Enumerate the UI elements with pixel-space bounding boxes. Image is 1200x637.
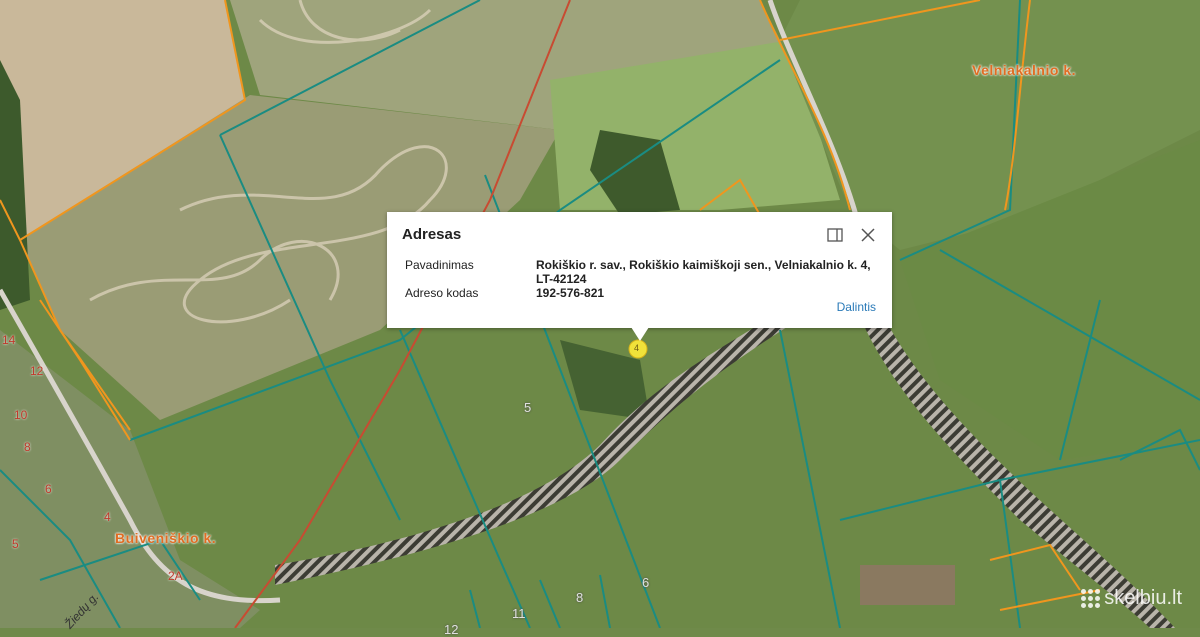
- share-link[interactable]: Dalintis: [837, 300, 876, 314]
- parcel-number: 12: [30, 364, 44, 378]
- parcel-number: 6: [642, 575, 650, 590]
- maximize-icon[interactable]: [826, 226, 844, 244]
- parcel-number: 2A: [168, 569, 183, 583]
- village-label-buiveniskis: Buiveniškio k.: [115, 530, 217, 546]
- parcel-number: 14: [2, 333, 16, 347]
- parcel-number: 5: [524, 400, 532, 415]
- parcel-number: 10: [14, 408, 28, 422]
- address-marker-number[interactable]: 4: [634, 343, 639, 353]
- name-label: Pavadinimas: [405, 258, 474, 272]
- parcel-number: 8: [576, 590, 584, 605]
- address-code-label: Adreso kodas: [405, 286, 479, 300]
- close-icon[interactable]: [859, 226, 877, 244]
- parcel-number: 12: [444, 622, 459, 637]
- watermark: skelbiu.lt: [1081, 587, 1182, 610]
- parcel-number: 11: [512, 606, 526, 621]
- watermark-logo-icon: [1081, 589, 1101, 608]
- garden-plot: [860, 565, 955, 605]
- village-label-velniakalnis: Velniakalnio k.: [972, 62, 1076, 78]
- watermark-text: skelbiu.lt: [1104, 587, 1182, 609]
- address-code-value: 192-576-821: [536, 286, 605, 300]
- parcel-number: 4: [104, 510, 111, 524]
- parcel-number: 8: [24, 440, 31, 454]
- popup-title: Adresas: [402, 226, 462, 243]
- parcel-number: 5: [12, 537, 19, 551]
- address-popup: Adresas Pavadinimas Rokiškio r. sav., Ro…: [387, 212, 892, 341]
- name-value: Rokiškio r. sav., Rokiškio kaimiškoji se…: [536, 258, 871, 286]
- parcel-number: 6: [45, 482, 52, 496]
